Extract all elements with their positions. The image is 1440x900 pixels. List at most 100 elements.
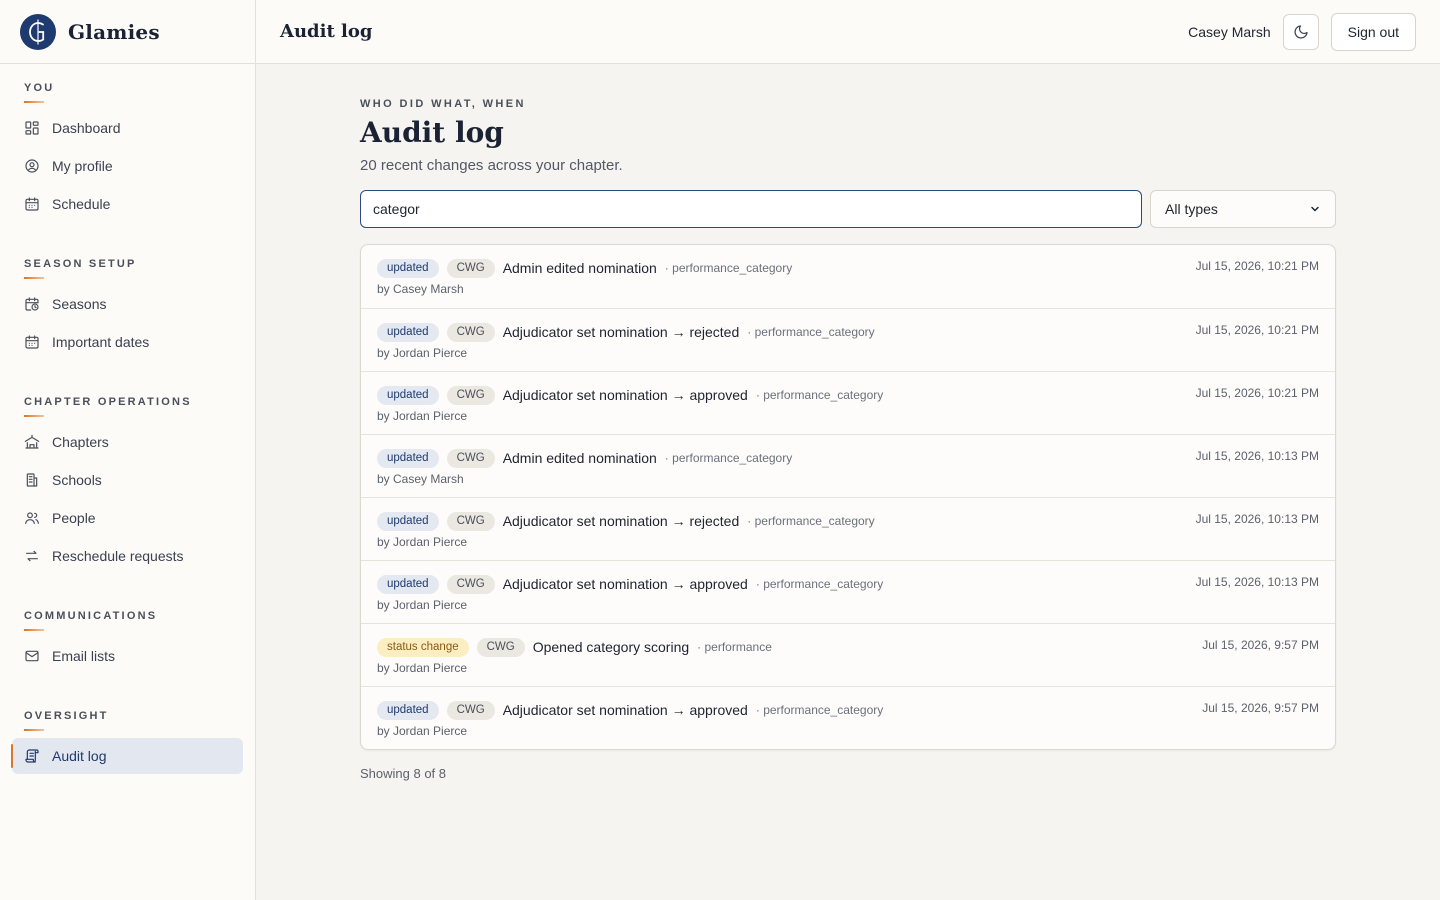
log-row[interactable]: status change CWG Opened category scorin… xyxy=(361,623,1335,686)
log-row-summary: updated CWG Adjudicator set nomination →… xyxy=(377,511,1319,531)
theme-toggle-button[interactable] xyxy=(1282,13,1319,50)
log-entity: performance xyxy=(697,640,772,654)
section-divider xyxy=(24,729,44,731)
log-actor: by Jordan Pierce xyxy=(377,346,468,360)
event-type-badge: updated xyxy=(377,448,439,468)
log-row-summary: updated CWG Adjudicator set nomination →… xyxy=(377,574,1319,594)
topbar: Audit log Casey Marsh Sign out xyxy=(256,0,1440,64)
topbar-actions: Casey Marsh Sign out xyxy=(1188,12,1416,51)
sign-out-button[interactable]: Sign out xyxy=(1330,12,1416,51)
result-count: Showing 8 of 8 xyxy=(360,766,447,781)
log-entity: performance_category xyxy=(665,451,792,465)
log-timestamp: Jul 15, 2026, 10:13 PM xyxy=(1195,512,1319,526)
audit-log-list: updated CWG Admin edited nomination perf… xyxy=(360,244,1336,750)
dashboard-icon xyxy=(24,120,40,136)
event-type-badge: updated xyxy=(377,511,439,531)
chapter-badge: CWG xyxy=(446,258,495,278)
log-timestamp: Jul 15, 2026, 10:13 PM xyxy=(1195,575,1319,589)
school-icon xyxy=(24,472,40,488)
sidebar-item-reschedule-requests[interactable]: Reschedule requests xyxy=(12,538,243,574)
event-type-badge: updated xyxy=(377,700,439,720)
sidebar-item-audit-log[interactable]: Audit log xyxy=(11,738,243,774)
log-row[interactable]: updated CWG Adjudicator set nomination →… xyxy=(361,686,1335,749)
calendar-clock-icon xyxy=(24,296,40,312)
log-row-summary: updated CWG Adjudicator set nomination →… xyxy=(377,700,1319,720)
log-actor: by Casey Marsh xyxy=(377,472,464,486)
filters: All types xyxy=(360,190,1336,228)
log-action: Adjudicator set nomination → approved xyxy=(502,387,748,403)
page-subtitle: 20 recent changes across your chapter. xyxy=(360,157,623,174)
sidebar-item-schools[interactable]: Schools xyxy=(12,462,243,498)
search-input[interactable] xyxy=(360,190,1142,228)
log-row-summary: status change CWG Opened category scorin… xyxy=(377,637,1319,657)
brand[interactable]: Glamies xyxy=(0,0,255,64)
type-filter-value: All types xyxy=(1165,201,1218,217)
log-timestamp: Jul 15, 2026, 10:21 PM xyxy=(1195,323,1319,337)
log-row[interactable]: updated CWG Admin edited nomination perf… xyxy=(361,245,1335,308)
log-row[interactable]: updated CWG Adjudicator set nomination →… xyxy=(361,371,1335,434)
nav-section-title: OVERSIGHT xyxy=(24,710,109,722)
event-type-badge: status change xyxy=(377,637,469,657)
log-actor: by Jordan Pierce xyxy=(377,409,468,423)
log-action: Admin edited nomination xyxy=(502,260,657,276)
sidebar-item-label: People xyxy=(52,510,96,526)
chapter-badge: CWG xyxy=(476,637,525,657)
log-action: Adjudicator set nomination → rejected xyxy=(502,513,740,529)
sidebar-item-label: Dashboard xyxy=(52,120,121,136)
chapter-badge: CWG xyxy=(446,574,495,594)
sidebar-item-people[interactable]: People xyxy=(12,500,243,536)
sidebar-item-email-lists[interactable]: Email lists xyxy=(12,638,243,674)
sidebar-item-label: Audit log xyxy=(52,748,107,764)
event-type-badge: updated xyxy=(377,574,439,594)
log-action: Adjudicator set nomination → approved xyxy=(502,576,748,592)
log-row-summary: updated CWG Adjudicator set nomination →… xyxy=(377,385,1319,405)
people-icon xyxy=(24,510,40,526)
scroll-icon xyxy=(24,748,40,764)
sidebar: Glamies YOU Dashboard My profile Schedule SE… xyxy=(0,0,256,900)
sidebar-item-dashboard[interactable]: Dashboard xyxy=(12,110,243,146)
chapters-icon xyxy=(24,434,40,450)
brand-name: Glamies xyxy=(68,19,160,44)
section-divider xyxy=(24,629,44,631)
log-entity: performance_category xyxy=(665,261,792,275)
log-timestamp: Jul 15, 2026, 10:21 PM xyxy=(1195,386,1319,400)
sidebar-item-label: Schools xyxy=(52,472,102,488)
sidebar-item-label: My profile xyxy=(52,158,113,174)
calendar-icon xyxy=(24,334,40,350)
log-row[interactable]: updated CWG Adjudicator set nomination →… xyxy=(361,308,1335,371)
log-actor: by Jordan Pierce xyxy=(377,598,468,612)
log-timestamp: Jul 15, 2026, 10:21 PM xyxy=(1195,259,1319,273)
sidebar-item-chapters[interactable]: Chapters xyxy=(12,424,243,460)
user-circle-icon xyxy=(24,158,40,174)
sidebar-item-label: Chapters xyxy=(52,434,109,450)
nav-section-title: YOU xyxy=(24,82,55,94)
sidebar-item-seasons[interactable]: Seasons xyxy=(12,286,243,322)
log-action: Opened category scoring xyxy=(532,639,690,655)
brand-logo-icon xyxy=(20,13,56,50)
event-type-badge: updated xyxy=(377,322,439,342)
log-entity: performance_category xyxy=(756,577,883,591)
log-timestamp: Jul 15, 2026, 10:13 PM xyxy=(1195,449,1319,463)
sidebar-item-my-profile[interactable]: My profile xyxy=(12,148,243,184)
log-actor: by Jordan Pierce xyxy=(377,535,468,549)
sidebar-item-important-dates[interactable]: Important dates xyxy=(12,324,243,360)
sidebar-nav: YOU Dashboard My profile Schedule SEASON SET… xyxy=(0,82,255,774)
sidebar-item-label: Reschedule requests xyxy=(52,548,184,564)
log-entity: performance_category xyxy=(747,325,875,339)
section-divider xyxy=(24,277,44,279)
log-row[interactable]: updated CWG Admin edited nomination perf… xyxy=(361,434,1335,497)
log-row-summary: updated CWG Admin edited nomination perf… xyxy=(377,258,1319,278)
log-row[interactable]: updated CWG Adjudicator set nomination →… xyxy=(361,560,1335,623)
type-filter-select[interactable]: All types xyxy=(1150,190,1336,228)
log-row[interactable]: updated CWG Adjudicator set nomination →… xyxy=(361,497,1335,560)
event-type-badge: updated xyxy=(377,385,439,405)
log-timestamp: Jul 15, 2026, 9:57 PM xyxy=(1202,638,1319,652)
user-name: Casey Marsh xyxy=(1188,23,1271,40)
log-action: Adjudicator set nomination → rejected xyxy=(502,324,740,340)
sidebar-item-schedule[interactable]: Schedule xyxy=(12,186,243,222)
chapter-badge: CWG xyxy=(446,448,495,468)
calendar-icon xyxy=(24,196,40,212)
chapter-badge: CWG xyxy=(446,511,495,531)
